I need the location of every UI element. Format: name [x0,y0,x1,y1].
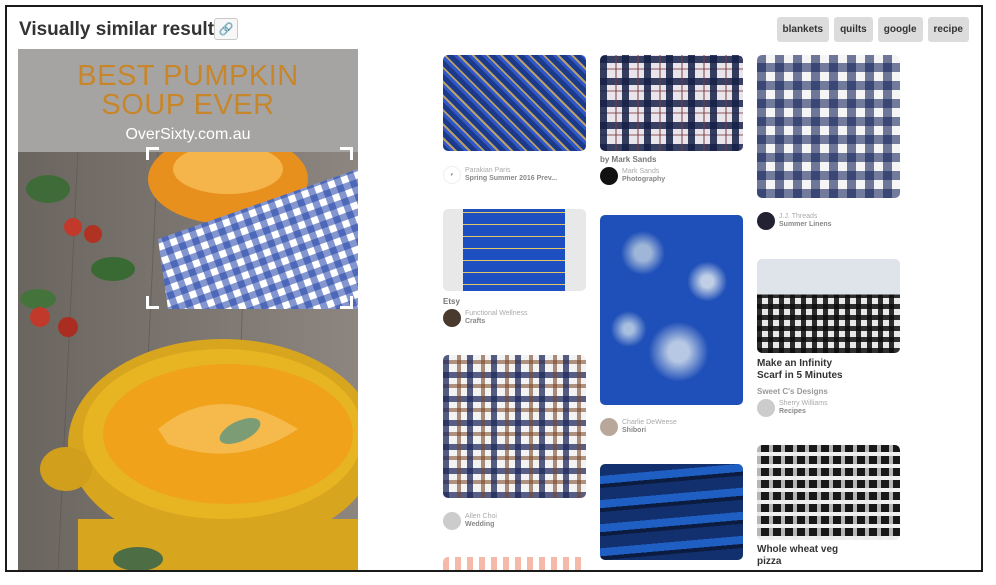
source-pin-image: BEST PUMPKIN SOUP EVER OverSixty.com.au [18,49,358,570]
recipe-banner: BEST PUMPKIN SOUP EVER OverSixty.com.au [18,49,358,152]
pin-image[interactable] [443,209,586,291]
banner-headline-line1: BEST PUMPKIN [77,60,299,92]
pinner-avatar[interactable] [443,512,461,530]
pinner-avatar[interactable] [443,309,461,327]
pin-source[interactable]: by Mark Sands [600,155,743,164]
pinner-avatar[interactable]: P [443,166,461,184]
results-column-3: J.J. Threads Summer Linens Make an Infini… [757,55,900,570]
pin-image[interactable] [757,259,900,353]
pinner-avatar[interactable] [757,212,775,230]
pin-title[interactable]: Make an Infinity Scarf in 5 Minutes [757,358,857,382]
pin-image[interactable] [600,464,743,560]
crop-corner-tl[interactable] [146,147,159,160]
pinner-avatar[interactable] [757,399,775,417]
tag-recipe[interactable]: recipe [927,17,969,42]
pin-image[interactable] [757,55,900,198]
app-window: Visually similar results 🔗 blankets quil… [5,5,983,572]
pinner-info[interactable]: Parakian Paris Spring Summer 2016 Prev... [465,167,557,183]
pin-image[interactable] [443,355,586,498]
pinner-info[interactable]: Charlie DeWeese Shibori [622,419,677,435]
pin-title[interactable]: Whole wheat veg pizza [757,544,847,568]
pinner-avatar[interactable] [600,418,618,436]
copy-link-button[interactable]: 🔗 [214,18,238,40]
pinner-info[interactable]: J.J. Threads Summer Linens [779,213,832,229]
guide-tags: blankets quilts google recipe [776,17,969,42]
pinner-avatar[interactable] [600,167,618,185]
pin-image[interactable] [600,215,743,405]
tag-blankets[interactable]: blankets [776,17,830,42]
crop-corner-br[interactable] [340,296,353,309]
pin-image[interactable] [600,55,743,151]
pinner-info[interactable]: Sherry Williams Recipes [779,400,828,416]
pinner-info[interactable]: Functional Wellness Crafts [465,310,528,326]
pinner-info[interactable]: Mark Sands Photography [622,168,665,184]
pin-source[interactable]: Sweet C's Designs [757,387,900,396]
link-icon: 🔗 [218,22,234,36]
crop-corner-bl[interactable] [146,296,159,309]
results-column-1: P Parakian Paris Spring Summer 2016 Prev.… [443,55,586,570]
banner-site: OverSixty.com.au [125,126,251,143]
pin-image[interactable] [443,557,586,570]
results-column-2: by Mark Sands Mark Sands Photography Char… [600,55,743,570]
pin-image[interactable] [757,445,900,540]
tag-quilts[interactable]: quilts [834,17,873,42]
pin-source[interactable]: Etsy [443,297,586,306]
pinner-info[interactable]: Allen Choi Wedding [465,513,497,529]
crop-selector[interactable] [146,147,353,309]
banner-headline-line2: SOUP EVER [101,89,275,121]
crop-corner-tr[interactable] [340,147,353,160]
page-title: Visually similar results [19,19,225,40]
pin-image[interactable] [443,55,586,151]
tag-google[interactable]: google [877,17,923,42]
